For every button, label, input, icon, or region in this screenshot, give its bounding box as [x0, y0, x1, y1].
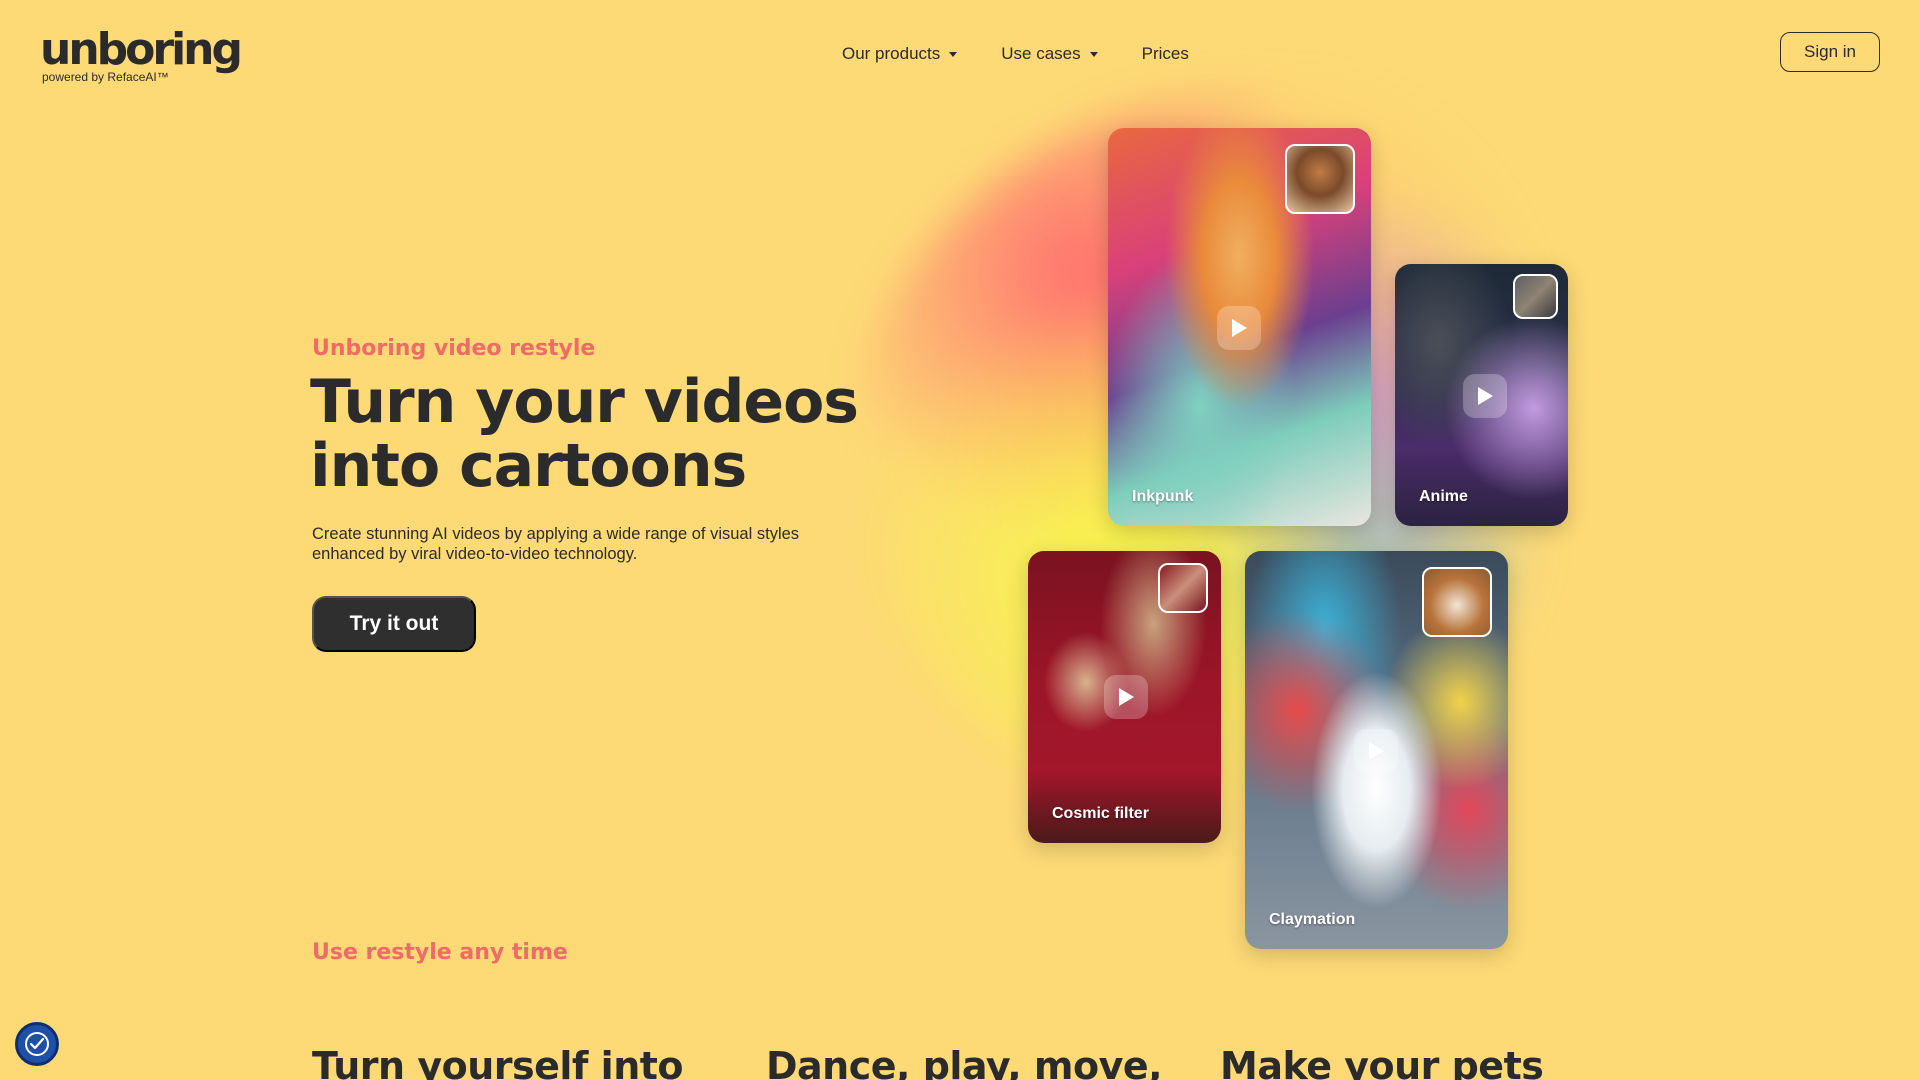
- headline-line-2: into cartoons: [310, 431, 747, 501]
- description-line-1: Create stunning AI videos by applying a …: [312, 525, 800, 543]
- caret-down-icon: [1089, 51, 1098, 57]
- section-headline: Dance, play, move,: [766, 1044, 1163, 1080]
- nav-use-cases[interactable]: Use cases: [1001, 44, 1098, 64]
- accessibility-icon[interactable]: [15, 1022, 59, 1066]
- video-card-anime[interactable]: Anime: [1395, 264, 1568, 526]
- video-card-inkpunk[interactable]: Inkpunk: [1108, 128, 1371, 526]
- try-it-out-button[interactable]: Try it out: [312, 596, 476, 652]
- card-label: Claymation: [1269, 911, 1356, 928]
- nav-prices[interactable]: Prices: [1142, 44, 1189, 64]
- video-card-claymation[interactable]: Claymation: [1245, 551, 1508, 949]
- main-nav: Our products Use cases Prices: [842, 44, 1189, 64]
- video-card-cosmic-filter[interactable]: Cosmic filter: [1028, 551, 1221, 843]
- section-eyebrow: Use restyle any time: [312, 940, 568, 965]
- play-icon[interactable]: [1104, 675, 1148, 719]
- hero-headline: Turn your videos into cartoons: [310, 370, 950, 498]
- nav-our-products[interactable]: Our products: [842, 44, 958, 64]
- source-thumbnail: [1285, 144, 1355, 214]
- description-line-2: enhanced by viral video-to-video technol…: [312, 545, 638, 563]
- card-label: Anime: [1419, 488, 1468, 505]
- play-icon[interactable]: [1354, 729, 1398, 773]
- sign-in-button[interactable]: Sign in: [1780, 32, 1880, 72]
- source-thumbnail: [1422, 567, 1492, 637]
- logo[interactable]: unboring powered by RefaceAI™: [40, 24, 243, 85]
- section-headline: Make your pets: [1220, 1044, 1544, 1080]
- logo-wordmark: unboring: [40, 24, 243, 75]
- nav-item-label: Our products: [842, 44, 941, 63]
- headline-line-1: Turn your videos: [310, 367, 859, 437]
- card-label: Inkpunk: [1132, 488, 1194, 505]
- caret-down-icon: [949, 51, 958, 57]
- hero-description: Create stunning AI videos by applying a …: [312, 524, 842, 564]
- play-icon[interactable]: [1463, 374, 1507, 418]
- play-icon[interactable]: [1217, 306, 1261, 350]
- source-thumbnail: [1158, 563, 1208, 613]
- section-headlines: Turn yourself into Dance, play, move, Ma…: [312, 1044, 1674, 1080]
- nav-item-label: Prices: [1141, 44, 1189, 63]
- nav-item-label: Use cases: [1001, 44, 1081, 63]
- section-headline: Turn yourself into: [312, 1044, 684, 1080]
- source-thumbnail: [1513, 274, 1558, 319]
- hero-eyebrow: Unboring video restyle: [312, 336, 596, 361]
- card-label: Cosmic filter: [1052, 805, 1149, 822]
